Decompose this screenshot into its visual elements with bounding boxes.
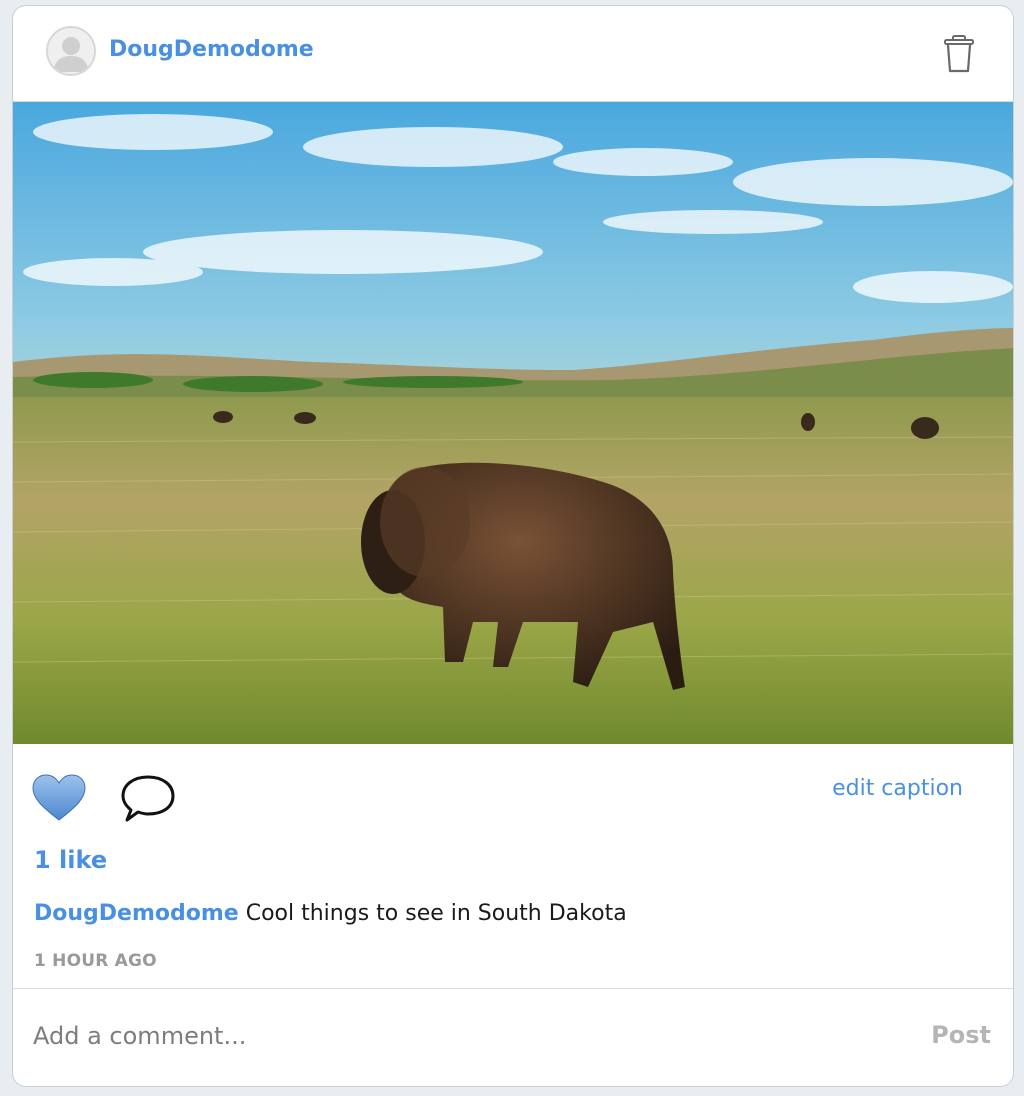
- bison-photo: [13, 102, 1013, 744]
- comment-input[interactable]: [31, 1011, 895, 1061]
- heart-icon[interactable]: [31, 774, 87, 824]
- caption: DougDemodome Cool things to see in South…: [34, 901, 627, 926]
- post-timestamp: 1 HOUR AGO: [34, 951, 157, 971]
- trash-icon[interactable]: [941, 34, 977, 74]
- caption-author-link[interactable]: DougDemodome: [34, 901, 239, 926]
- like-count[interactable]: 1 like: [34, 846, 107, 874]
- caption-text: Cool things to see in South Dakota: [245, 901, 627, 926]
- comment-icon[interactable]: [119, 772, 177, 826]
- comment-bar: Post: [13, 988, 1013, 1086]
- post-header: DougDemodome: [13, 6, 1013, 102]
- post-comment-button[interactable]: Post: [931, 1021, 991, 1049]
- post-author-link[interactable]: DougDemodome: [109, 37, 314, 62]
- avatar[interactable]: [46, 26, 96, 76]
- post-actions: edit caption 1 like DougDemodome Cool th…: [13, 744, 1013, 994]
- avatar-icon: [53, 37, 89, 72]
- edit-caption-link[interactable]: edit caption: [832, 776, 963, 801]
- post-image[interactable]: [13, 102, 1013, 744]
- post-card: DougDemodome edit caption 1 like DougDem…: [12, 5, 1014, 1087]
